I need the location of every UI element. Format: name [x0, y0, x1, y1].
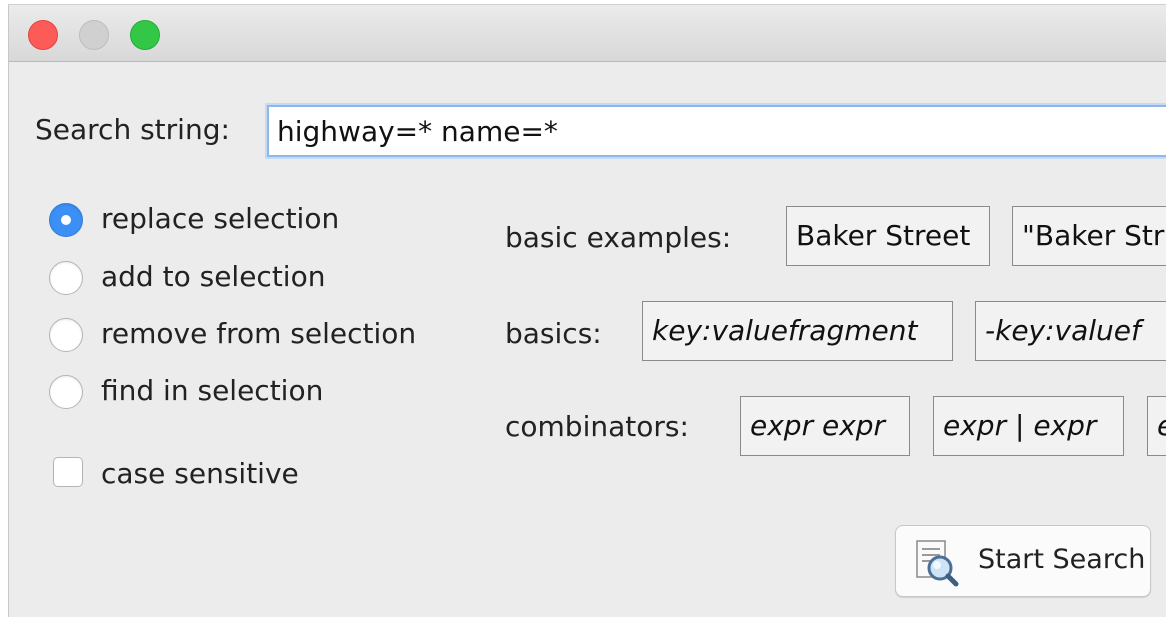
- radio-add-to-selection[interactable]: [49, 261, 83, 295]
- minimize-window-icon[interactable]: [79, 20, 109, 50]
- example-chip-partial[interactable]: e: [1147, 396, 1166, 456]
- combinators-label: combinators:: [505, 410, 689, 443]
- radio-add-to-selection-label[interactable]: add to selection: [101, 260, 325, 293]
- example-chip-baker-street[interactable]: Baker Street: [786, 206, 990, 266]
- radio-find-in-selection-label[interactable]: find in selection: [101, 374, 323, 407]
- search-dialog: Search string: replace selection add to …: [8, 4, 1166, 617]
- basic-examples-label: basic examples:: [505, 221, 732, 254]
- case-sensitive-checkbox[interactable]: [53, 457, 83, 487]
- example-chip-key-valuefragment[interactable]: key:valuefragment: [642, 301, 953, 361]
- title-bar: [9, 5, 1166, 62]
- search-string-label: Search string:: [35, 113, 230, 146]
- search-input[interactable]: [267, 105, 1166, 157]
- example-chip-expr-and[interactable]: expr expr: [740, 396, 910, 456]
- radio-replace-selection[interactable]: [49, 203, 83, 237]
- start-search-button[interactable]: Start Search: [895, 525, 1151, 597]
- radio-replace-selection-label[interactable]: replace selection: [101, 202, 339, 235]
- radio-find-in-selection[interactable]: [49, 375, 83, 409]
- radio-remove-from-selection-label[interactable]: remove from selection: [101, 317, 416, 350]
- close-window-icon[interactable]: [28, 20, 58, 50]
- example-chip-baker-street-quoted[interactable]: "Baker Str: [1012, 206, 1166, 266]
- basics-label: basics:: [505, 317, 602, 350]
- zoom-window-icon[interactable]: [130, 20, 160, 50]
- radio-remove-from-selection[interactable]: [49, 318, 83, 352]
- example-chip-negated-key-valuefragment[interactable]: -key:valuef: [975, 301, 1166, 361]
- magnifier-document-icon: [916, 540, 959, 587]
- case-sensitive-label[interactable]: case sensitive: [101, 457, 299, 490]
- example-chip-expr-or[interactable]: expr | expr: [933, 396, 1124, 456]
- start-search-label: Start Search: [978, 544, 1146, 575]
